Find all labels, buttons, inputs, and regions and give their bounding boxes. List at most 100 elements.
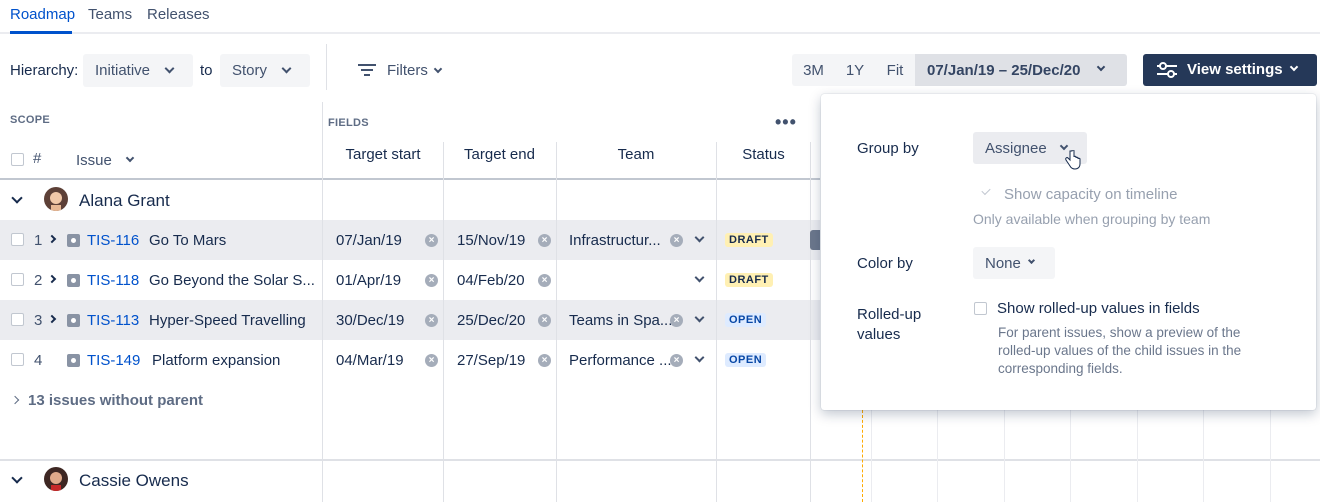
hierarchy-from-select[interactable]: Initiative [83, 54, 193, 87]
hierarchy-to-select[interactable]: Story [220, 54, 310, 87]
clear-icon[interactable]: × [425, 354, 438, 367]
column-target-start[interactable]: Target start [323, 146, 443, 163]
color-by-value: None [985, 254, 1021, 272]
status-badge[interactable]: DRAFT [725, 233, 773, 247]
clear-icon[interactable]: × [670, 314, 683, 327]
date-range-select[interactable]: 07/Jan/19 – 25/Dec/20 [915, 54, 1127, 86]
timeline-gridline [871, 410, 872, 502]
clear-icon[interactable]: × [425, 234, 438, 247]
clear-icon[interactable]: × [538, 234, 551, 247]
target-start-value[interactable]: 30/Dec/19 [336, 312, 404, 329]
column-divider [443, 461, 444, 502]
show-capacity-label: Show capacity on timeline [1004, 186, 1178, 203]
chevron-down-icon [433, 64, 443, 74]
timeline-gridline [1070, 410, 1071, 502]
capacity-note: Only available when grouping by team [973, 211, 1211, 227]
clear-icon[interactable]: × [670, 354, 683, 367]
color-by-select[interactable]: None [973, 247, 1055, 279]
chevron-down-icon [1096, 62, 1106, 72]
status-badge[interactable]: OPEN [725, 353, 767, 367]
issue-key[interactable]: TIS-118 [87, 272, 139, 289]
rolled-up-checkbox-label: Show rolled-up values in fields [997, 300, 1200, 317]
issue-key[interactable]: TIS-116 [87, 232, 139, 249]
issue-key[interactable]: TIS-113 [87, 312, 139, 329]
more-options-icon[interactable]: ••• [775, 112, 797, 133]
color-by-label: Color by [857, 255, 913, 272]
avatar [44, 187, 68, 211]
chevron-down-icon [1027, 256, 1036, 265]
zoom-1y-button[interactable]: 1Y [835, 54, 875, 86]
status-badge[interactable]: DRAFT [725, 273, 773, 287]
column-status[interactable]: Status [716, 146, 811, 163]
check-icon[interactable] [981, 185, 991, 196]
row-number: 3 [34, 312, 43, 329]
rolled-up-checkbox[interactable] [974, 302, 987, 315]
row-checkbox[interactable] [11, 273, 24, 286]
clear-icon[interactable]: × [538, 274, 551, 287]
hierarchy-to-label: to [200, 62, 213, 79]
timeline-gridline [1137, 410, 1138, 502]
target-start-value[interactable]: 04/Mar/19 [336, 352, 404, 369]
timeline-gridline [937, 410, 938, 502]
chevron-right-icon[interactable] [47, 274, 57, 284]
timeline-gridline [1004, 410, 1005, 502]
clear-icon[interactable]: × [670, 234, 683, 247]
column-divider [443, 142, 444, 462]
tab-teams[interactable]: Teams [88, 6, 132, 23]
zoom-fit-button[interactable]: Fit [875, 54, 915, 86]
chevron-down-icon [1289, 62, 1299, 72]
team-value[interactable]: Performance ... [569, 352, 672, 369]
hand-cursor-icon [1065, 150, 1081, 170]
header-divider [0, 178, 820, 180]
view-settings-label: View settings [1187, 61, 1283, 78]
target-start-value[interactable]: 01/Apr/19 [336, 272, 401, 289]
target-end-value[interactable]: 27/Sep/19 [457, 352, 525, 369]
row-checkbox[interactable] [11, 353, 24, 366]
row-checkbox[interactable] [11, 233, 24, 246]
column-team[interactable]: Team [556, 146, 716, 163]
target-start-value[interactable]: 07/Jan/19 [336, 232, 402, 249]
row-number: 4 [34, 352, 43, 369]
target-end-value[interactable]: 15/Nov/19 [457, 232, 525, 249]
team-value[interactable]: Teams in Spa... [569, 312, 672, 329]
chevron-down-icon [125, 153, 135, 163]
clear-icon[interactable]: × [425, 314, 438, 327]
target-end-value[interactable]: 04/Feb/20 [457, 272, 525, 289]
tab-releases[interactable]: Releases [147, 6, 210, 23]
rolled-up-label-cont: values [857, 326, 901, 343]
select-all-checkbox[interactable] [11, 153, 24, 166]
zoom-3m-button[interactable]: 3M [792, 54, 835, 86]
issue-key[interactable]: TIS-149 [87, 352, 140, 369]
timeline-bar[interactable] [810, 230, 820, 250]
tab-roadmap[interactable]: Roadmap [10, 6, 75, 23]
view-settings-button[interactable]: View settings [1143, 54, 1317, 86]
group-divider [0, 459, 1320, 461]
toolbar-divider [326, 44, 327, 90]
column-target-end[interactable]: Target end [443, 146, 556, 163]
chevron-down-icon [1059, 141, 1069, 151]
clear-icon[interactable]: × [425, 274, 438, 287]
issue-header: Issue [76, 152, 112, 169]
clear-icon[interactable]: × [538, 314, 551, 327]
status-badge[interactable]: OPEN [725, 313, 767, 327]
hierarchy-to-value: Story [232, 62, 268, 79]
sliders-icon [1157, 62, 1177, 78]
issues-without-parent-toggle[interactable]: 13 issues without parent [10, 392, 210, 412]
row-checkbox[interactable] [11, 313, 24, 326]
chevron-down-icon[interactable] [694, 352, 705, 363]
clear-icon[interactable]: × [538, 354, 551, 367]
rolled-up-help: For parent issues, show a preview of the… [998, 325, 1242, 376]
column-divider [556, 461, 557, 502]
chevron-down-icon[interactable] [694, 272, 705, 283]
target-end-value[interactable]: 25/Dec/20 [457, 312, 525, 329]
filters-button[interactable]: Filters [356, 58, 448, 84]
group-collapse-icon[interactable] [11, 472, 23, 484]
hierarchy-from-value: Initiative [95, 62, 151, 79]
chevron-down-icon [164, 63, 175, 74]
group-collapse-icon[interactable] [11, 192, 23, 204]
team-value[interactable]: Infrastructur... [569, 232, 661, 249]
issue-type-icon [67, 314, 80, 327]
issue-header-sort[interactable]: Issue [76, 151, 138, 171]
row-number: 1 [34, 232, 43, 249]
tab-bar: Roadmap Teams Releases [0, 0, 1320, 34]
